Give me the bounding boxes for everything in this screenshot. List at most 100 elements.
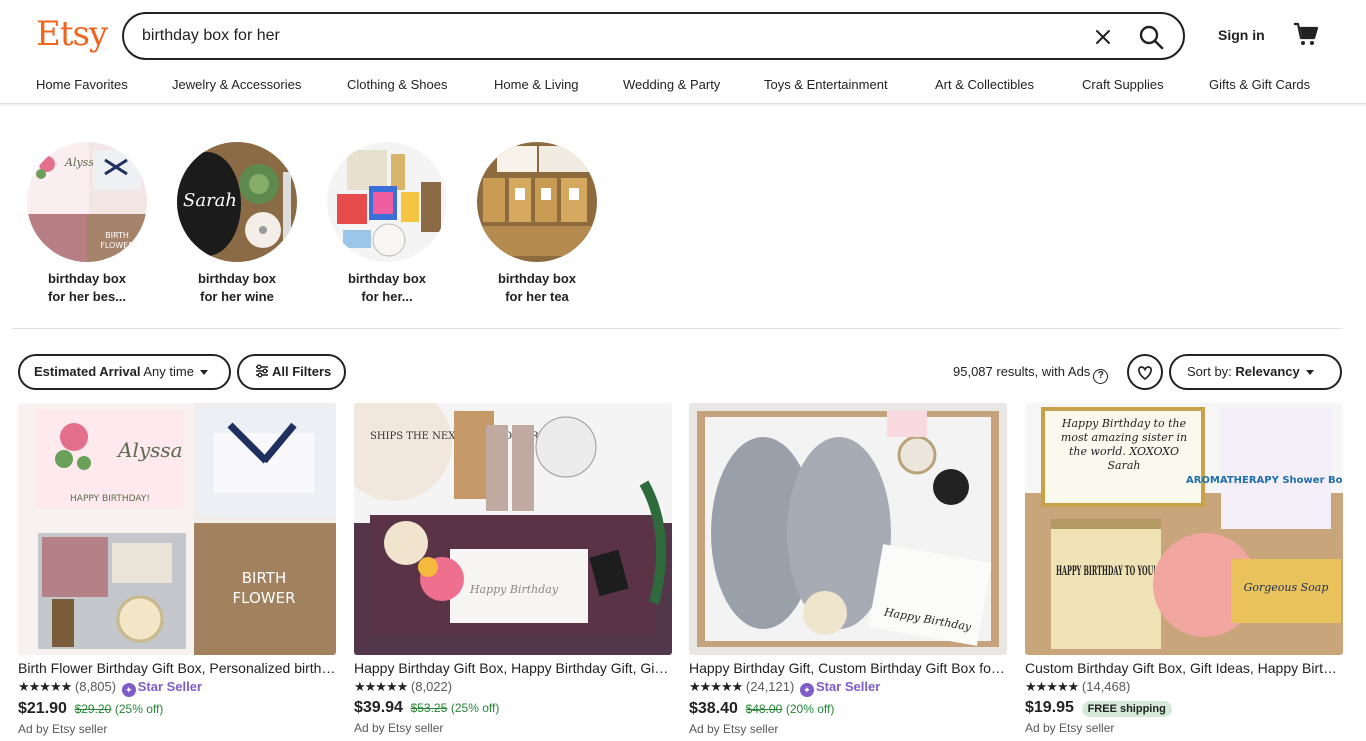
- related-search-4[interactable]: birthday box for her tea: [477, 142, 597, 306]
- related-search-3[interactable]: birthday box for her...: [327, 142, 447, 306]
- nav-clothing[interactable]: Clothing & Shoes: [347, 77, 447, 92]
- product-title[interactable]: Birth Flower Birthday Gift Box, Personal…: [18, 659, 336, 678]
- arrival-label: Estimated Arrival: [34, 364, 141, 379]
- heart-icon: [1138, 366, 1152, 381]
- product-price: $39.94: [354, 699, 403, 716]
- all-filters-label: All Filters: [272, 364, 332, 379]
- star-rating-icon: ★★★★★: [354, 679, 408, 694]
- caret-down-icon: [1305, 370, 1314, 375]
- related-search-2[interactable]: Sarah birthday box for her wine: [177, 142, 297, 306]
- results-count: 95,087 results, with Ads?: [953, 364, 1109, 384]
- search-bar[interactable]: [122, 12, 1185, 60]
- search-input[interactable]: [142, 24, 1042, 48]
- price-row: $39.94 $53.25 (25% off): [354, 699, 672, 717]
- product-4-candle: HAPPY BIRTHDAY TO YOU!: [1056, 564, 1156, 579]
- original-price: $48.00: [745, 702, 783, 716]
- category-nav: Home Favorites Jewelry & Accessories Clo…: [0, 70, 1366, 104]
- nav-home-favorites[interactable]: Home Favorites: [36, 77, 128, 92]
- nav-home-living[interactable]: Home & Living: [494, 77, 579, 92]
- sign-in-link[interactable]: Sign in: [1218, 27, 1265, 43]
- product-title[interactable]: Happy Birthday Gift, Custom Birthday Gif…: [689, 659, 1007, 678]
- star-seller-badge: Star Seller: [815, 679, 881, 694]
- close-icon[interactable]: [1090, 24, 1116, 50]
- product-card[interactable]: SHIPS THE NEXT DAY (MON-FRI) Happy Birth…: [354, 403, 672, 735]
- review-count: (8,022): [410, 679, 453, 694]
- estimated-arrival-filter[interactable]: Estimated Arrival Any time: [18, 354, 231, 390]
- product-4-card: Happy Birthday to the most amazing siste…: [1060, 417, 1188, 472]
- price-row: $19.95 FREE shipping: [1025, 699, 1343, 717]
- review-count: (24,121): [745, 679, 795, 694]
- product-price: $19.95: [1025, 699, 1074, 716]
- product-4-soap: Gorgeous Soap: [1244, 581, 1329, 594]
- results-text: 95,087 results, with Ads: [953, 364, 1091, 379]
- discount: (20% off): [785, 702, 835, 716]
- product-rating: ★★★★★ (8,022): [354, 678, 672, 696]
- all-filters-button[interactable]: All Filters: [237, 354, 346, 390]
- star-seller-badge: Star Seller: [137, 679, 203, 694]
- product-1-birth: BIRTH: [242, 569, 287, 587]
- related-thumbnail[interactable]: Sarah: [177, 142, 297, 262]
- ad-label: Ad by Etsy seller: [18, 722, 108, 736]
- sort-value: Relevancy: [1235, 364, 1300, 379]
- related-thumbnail[interactable]: Alyssa BIRTH FLOWER: [27, 142, 147, 262]
- product-1-flower: FLOWER: [233, 589, 296, 607]
- review-count: (8,805): [74, 679, 117, 694]
- nav-jewelry[interactable]: Jewelry & Accessories: [172, 77, 301, 92]
- original-price: $29.20: [74, 702, 112, 716]
- product-4-bag: AROMATHERAPY Shower Bombs: [1186, 475, 1343, 486]
- star-rating-icon: ★★★★★: [689, 679, 743, 694]
- star-seller-icon: ✦: [799, 683, 814, 697]
- price-row: $21.90 $29.20 (25% off): [18, 700, 336, 718]
- arrival-value: Any time: [143, 364, 194, 379]
- search-icon[interactable]: [1136, 22, 1166, 52]
- cart-icon[interactable]: [1292, 20, 1320, 48]
- related-label: birthday box for her tea: [497, 271, 576, 304]
- ad-label: Ad by Etsy seller: [689, 722, 779, 736]
- product-title[interactable]: Happy Birthday Gift Box, Happy Birthday …: [354, 659, 672, 678]
- product-rating: ★★★★★ (24,121) ✦ Star Seller: [689, 678, 1007, 697]
- nav-craft[interactable]: Craft Supplies: [1082, 77, 1164, 92]
- sort-dropdown[interactable]: Sort by: Relevancy: [1169, 354, 1342, 390]
- etsy-logo[interactable]: Etsy: [36, 14, 108, 54]
- nav-toys[interactable]: Toys & Entertainment: [764, 77, 888, 92]
- price-row: $38.40 $48.00 (20% off): [689, 700, 1007, 718]
- nav-wedding[interactable]: Wedding & Party: [623, 77, 720, 92]
- nav-art[interactable]: Art & Collectibles: [935, 77, 1034, 92]
- star-rating-icon: ★★★★★: [1025, 679, 1079, 694]
- product-image[interactable]: Happy Birthday: [689, 403, 1007, 655]
- discount: (25% off): [450, 701, 500, 715]
- review-count: (14,468): [1081, 679, 1131, 694]
- filter-icon: [256, 364, 268, 378]
- related-search-1[interactable]: Alyssa BIRTH FLOWER birthday box for her …: [27, 142, 147, 306]
- ad-label: Ad by Etsy seller: [1025, 721, 1115, 735]
- sort-label: Sort by:: [1187, 364, 1232, 379]
- product-card[interactable]: Happy Birthday to the most amazing siste…: [1025, 403, 1343, 735]
- product-image[interactable]: SHIPS THE NEXT DAY (MON-FRI) Happy Birth…: [354, 403, 672, 655]
- nav-gifts[interactable]: Gifts & Gift Cards: [1209, 77, 1310, 92]
- discount: (25% off): [114, 702, 164, 716]
- product-price: $21.90: [18, 700, 67, 717]
- free-shipping-badge: FREE shipping: [1081, 701, 1172, 717]
- related-1-flower: FLOWER: [100, 241, 134, 250]
- product-card[interactable]: Alyssa HAPPY BIRTHDAY! BIRTH FLOWER Birt…: [18, 403, 336, 736]
- product-1-name: Alyssa: [116, 438, 183, 462]
- related-thumbnail[interactable]: [327, 142, 447, 262]
- product-price: $38.40: [689, 700, 738, 717]
- section-divider: [12, 328, 1342, 329]
- related-label: birthday box for her...: [347, 271, 426, 304]
- related-1-birth: BIRTH: [105, 231, 129, 240]
- product-image[interactable]: Alyssa HAPPY BIRTHDAY! BIRTH FLOWER: [18, 403, 336, 655]
- product-2-card: Happy Birthday: [469, 583, 559, 596]
- star-seller-icon: ✦: [121, 683, 136, 697]
- product-card[interactable]: Happy Birthday Happy Birthday Gift, Cust…: [689, 403, 1007, 736]
- product-rating: ★★★★★ (8,805) ✦ Star Seller: [18, 678, 336, 697]
- related-label: birthday box for her bes...: [47, 271, 127, 304]
- save-search-button[interactable]: [1127, 354, 1163, 390]
- help-icon[interactable]: ?: [1093, 369, 1109, 384]
- related-thumbnail[interactable]: [477, 142, 597, 262]
- product-image[interactable]: Happy Birthday to the most amazing siste…: [1025, 403, 1343, 655]
- related-2-name: Sarah: [183, 190, 237, 211]
- original-price: $53.25: [410, 701, 448, 715]
- product-rating: ★★★★★ (14,468): [1025, 678, 1343, 696]
- product-title[interactable]: Custom Birthday Gift Box, Gift Ideas, Ha…: [1025, 659, 1343, 678]
